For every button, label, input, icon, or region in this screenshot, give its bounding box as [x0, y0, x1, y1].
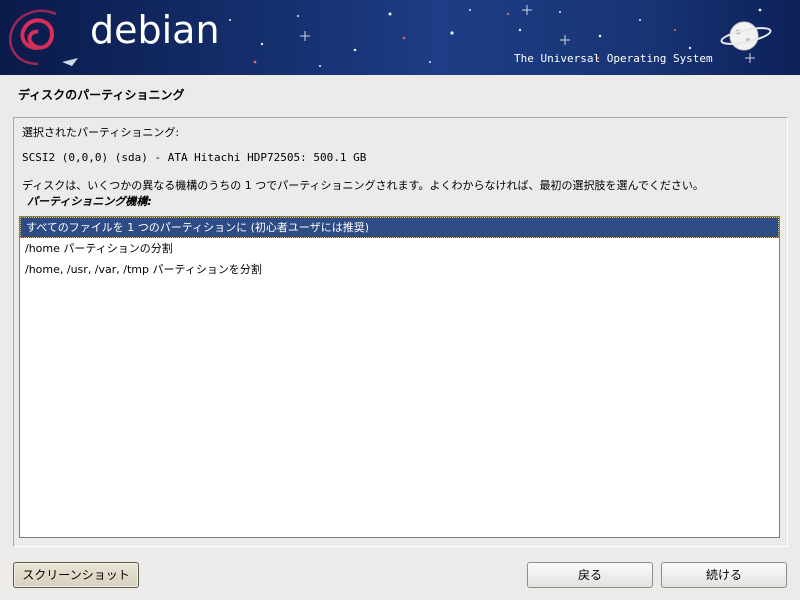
description-text: ディスクは、いくつかの異なる機構のうちの 1 つでパーティショニングされます。よ… — [22, 179, 704, 192]
selected-partitioning-label: 選択されたパーティショニング: — [22, 126, 180, 139]
page-title: ディスクのパーティショニング — [18, 88, 185, 102]
partition-scheme-list[interactable]: すべてのファイルを 1 つのパーティションに (初心者ユーザには推奨) /hom… — [19, 216, 780, 538]
debian-swirl-icon — [9, 9, 78, 66]
screenshot-button[interactable]: スクリーンショット — [13, 562, 139, 588]
list-item[interactable]: /home パーティションの分割 — [20, 238, 779, 259]
continue-button[interactable]: 続ける — [661, 562, 787, 588]
disk-info: SCSI2 (0,0,0) (sda) - ATA Hitachi HDP725… — [22, 151, 367, 164]
list-item[interactable]: すべてのファイルを 1 つのパーティションに (初心者ユーザには推奨) — [20, 217, 779, 238]
debian-banner: debian The Universal Operating System — [0, 0, 800, 75]
scheme-label: パーティショニング機構: — [27, 195, 152, 208]
banner-tagline: The Universal Operating System — [514, 52, 713, 65]
list-item[interactable]: /home, /usr, /var, /tmp パーティションを分割 — [20, 259, 779, 280]
debian-logo-text: debian — [90, 8, 220, 52]
back-button[interactable]: 戻る — [527, 562, 653, 588]
planet-icon — [720, 21, 772, 51]
